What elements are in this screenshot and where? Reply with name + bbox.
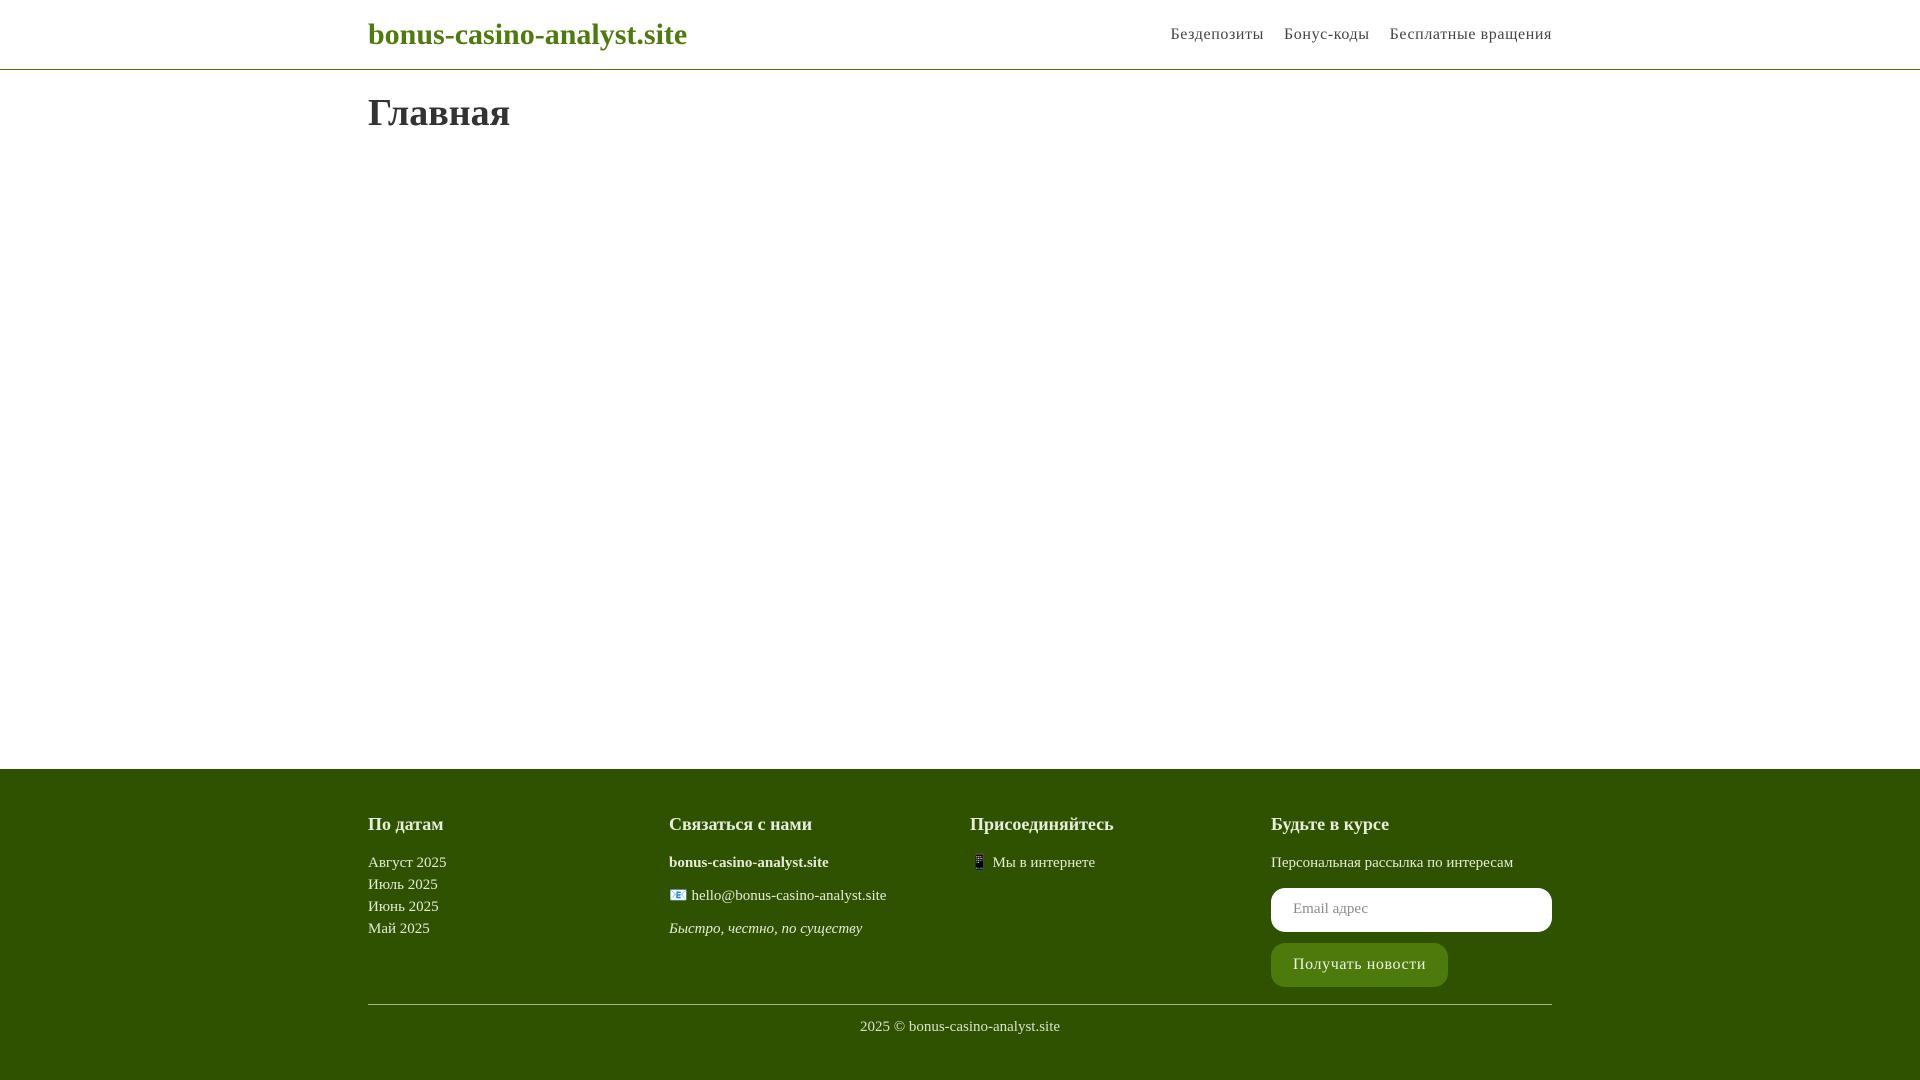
archive-link-july[interactable]: Июль 2025 [368, 874, 669, 896]
main-nav: Бездепозиты Бонус-коды Бесплатные вращен… [1170, 26, 1552, 44]
page-title: Главная [368, 92, 511, 134]
site-header: bonus-casino-analyst.site Бездепозиты Бо… [0, 0, 1920, 70]
footer-columns: По датам Август 2025 Июль 2025 Июнь 2025… [368, 814, 1552, 1004]
footer-newsletter: Будьте в курсе Персональная рассылка по … [1271, 814, 1552, 1004]
header-container: bonus-casino-analyst.site Бездепозиты Бо… [368, 0, 1552, 70]
email-icon: 📧 [669, 887, 688, 904]
nav-link-free-spins[interactable]: Бесплатные вращения [1390, 26, 1552, 44]
newsletter-text: Персональная рассылка по интересам [1271, 854, 1514, 871]
archive-heading: По датам [368, 814, 444, 834]
main-content: Главная [368, 70, 1552, 769]
footer-container: По датам Август 2025 Июль 2025 Июнь 2025… [368, 769, 1552, 1036]
contact-brand: bonus-casino-analyst.site [669, 854, 829, 871]
footer-social: Присоединяйтесь 📱 Мы в интернете [970, 814, 1271, 1004]
social-row: 📱 Мы в интернете [970, 852, 1271, 874]
copyright: 2025 © bonus-casino-analyst.site [859, 1019, 1061, 1035]
contact-email-row: 📧 hello@bonus-casino-analyst.site [669, 885, 970, 907]
social-link[interactable]: Мы в интернете [992, 855, 1095, 871]
archive-link-may[interactable]: Май 2025 [368, 918, 669, 940]
footer-archive: По датам Август 2025 Июль 2025 Июнь 2025… [368, 814, 669, 1004]
nav-link-bonus-codes[interactable]: Бонус-коды [1284, 26, 1370, 44]
contact-email: hello@bonus-casino-analyst.site [691, 887, 887, 904]
email-field[interactable] [1271, 887, 1552, 932]
archive-link-august[interactable]: Август 2025 [368, 852, 669, 874]
subscribe-button[interactable]: Получать новости [1271, 942, 1449, 987]
site-logo-link[interactable]: bonus-casino-analyst.site [368, 18, 687, 52]
mobile-phone-icon: 📱 [970, 854, 989, 871]
contact-heading: Связаться с нами [669, 814, 813, 834]
social-heading: Присоединяйтесь [970, 814, 1114, 834]
nav-link-no-deposit[interactable]: Бездепозиты [1170, 26, 1264, 44]
newsletter-heading: Будьте в курсе [1271, 814, 1390, 834]
archive-link-june[interactable]: Июнь 2025 [368, 896, 669, 918]
contact-slogan: Быстро, честно, по существу [669, 920, 863, 937]
footer-contact: Связаться с нами bonus-casino-analyst.si… [669, 814, 970, 1004]
site-footer: По датам Август 2025 Июль 2025 Июнь 2025… [0, 769, 1920, 1080]
footer-divider [368, 1004, 1552, 1005]
